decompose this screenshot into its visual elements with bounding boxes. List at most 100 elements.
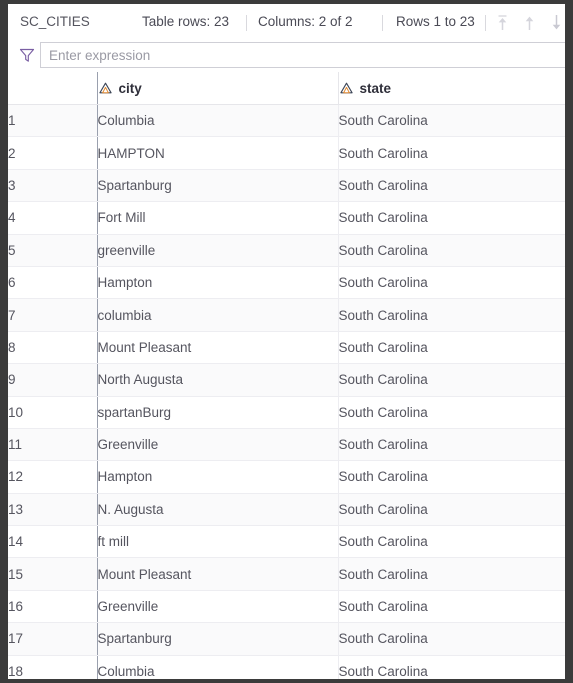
cell-city[interactable]: Spartanburg [96, 169, 338, 203]
cell-city[interactable]: Spartanburg [96, 622, 338, 656]
table-row[interactable]: 14 ft mill South Carolina [8, 525, 565, 559]
toolbar-divider [246, 15, 247, 31]
cell-state[interactable]: South Carolina [337, 298, 565, 332]
cell-state[interactable]: South Carolina [337, 557, 565, 591]
cell-state[interactable]: South Carolina [337, 104, 565, 138]
cell-city[interactable]: Fort Mill [96, 201, 338, 235]
table-name-label: SC_CITIES [20, 14, 90, 29]
row-number-cell: 17 [8, 622, 97, 656]
cell-state[interactable]: South Carolina [337, 525, 565, 559]
cell-state[interactable]: South Carolina [337, 460, 565, 494]
header-row: city state [8, 72, 565, 105]
cell-city[interactable]: columbia [96, 298, 338, 332]
cell-state[interactable]: South Carolina [337, 234, 565, 267]
table-row[interactable]: 5 greenville South Carolina [8, 234, 565, 267]
toolbar-divider [382, 15, 383, 31]
row-number-cell: 18 [8, 655, 97, 679]
row-number-cell: 1 [8, 104, 97, 138]
table-header: city state [8, 72, 565, 105]
cell-state[interactable]: South Carolina [337, 655, 565, 679]
row-number-cell: 5 [8, 234, 97, 267]
string-type-icon [339, 81, 354, 96]
filter-funnel-icon[interactable] [18, 46, 36, 64]
cell-city[interactable]: Hampton [96, 460, 338, 494]
table-row[interactable]: 1 Columbia South Carolina [8, 104, 565, 138]
table-row[interactable]: 16 Greenville South Carolina [8, 590, 565, 624]
filter-expression-input[interactable] [41, 43, 565, 67]
table-row[interactable]: 7 columbia South Carolina [8, 298, 565, 332]
row-number-cell: 10 [8, 396, 97, 429]
cell-state[interactable]: South Carolina [337, 590, 565, 624]
table-row[interactable]: 15 Mount Pleasant South Carolina [8, 557, 565, 591]
row-number-cell: 2 [8, 136, 97, 170]
row-number-header [8, 72, 97, 105]
table-toolbar: SC_CITIES Table rows: 23 Columns: 2 of 2… [8, 4, 565, 40]
cell-state[interactable]: South Carolina [337, 201, 565, 235]
cell-state[interactable]: South Carolina [337, 266, 565, 300]
row-number-cell: 11 [8, 428, 97, 462]
cell-city[interactable]: Columbia [96, 104, 338, 138]
table-row[interactable]: 10 spartanBurg South Carolina [8, 396, 565, 429]
filter-bar [8, 40, 565, 72]
table-rows-count-label: Table rows: 23 [142, 14, 230, 29]
table-row[interactable]: 11 Greenville South Carolina [8, 428, 565, 462]
data-grid: city state 1 Columbia South Carolina 2 H… [8, 72, 565, 679]
cell-state[interactable]: South Carolina [337, 396, 565, 429]
table-viewer-window: SC_CITIES Table rows: 23 Columns: 2 of 2… [0, 0, 573, 683]
cell-state[interactable]: South Carolina [337, 363, 565, 397]
cell-state[interactable]: South Carolina [337, 169, 565, 203]
table-body: 1 Columbia South Carolina 2 HAMPTON South Car… [8, 104, 565, 679]
cell-city[interactable]: HAMPTON [96, 136, 338, 170]
data-table: city state 1 Columbia South Carolina 2 H… [8, 72, 565, 679]
cell-city[interactable]: North Augusta [96, 363, 338, 397]
table-row[interactable]: 3 Spartanburg South Carolina [8, 169, 565, 203]
row-number-cell: 4 [8, 201, 97, 235]
string-type-icon [98, 81, 113, 96]
column-header-city[interactable]: city [96, 72, 338, 105]
cell-city[interactable]: N. Augusta [96, 493, 338, 527]
column-header-state[interactable]: state [337, 72, 565, 105]
cell-city[interactable]: Greenville [96, 428, 338, 462]
row-navigation-controls [496, 4, 563, 40]
row-number-cell: 6 [8, 266, 97, 300]
table-row[interactable]: 4 Fort Mill South Carolina [8, 201, 565, 235]
table-row[interactable]: 18 Columbia South Carolina [8, 655, 565, 679]
column-header-state-label: state [359, 80, 392, 96]
table-row[interactable]: 8 Mount Pleasant South Carolina [8, 331, 565, 365]
column-header-city-label: city [118, 80, 142, 96]
row-number-cell: 15 [8, 557, 97, 591]
cell-city[interactable]: Hampton [96, 266, 338, 300]
filter-expression-box[interactable] [40, 42, 565, 68]
cell-state[interactable]: South Carolina [337, 428, 565, 462]
row-number-cell: 3 [8, 169, 97, 203]
cell-state[interactable]: South Carolina [337, 331, 565, 365]
rows-range-label: Rows 1 to 23 [396, 14, 475, 29]
row-number-cell: 16 [8, 590, 97, 624]
cell-city[interactable]: spartanBurg [96, 396, 338, 429]
previous-row-icon[interactable] [523, 14, 536, 31]
table-row[interactable]: 6 Hampton South Carolina [8, 266, 565, 300]
cell-city[interactable]: greenville [96, 234, 338, 267]
cell-state[interactable]: South Carolina [337, 136, 565, 170]
row-number-cell: 12 [8, 460, 97, 494]
table-row[interactable]: 2 HAMPTON South Carolina [8, 136, 565, 170]
cell-city[interactable]: ft mill [96, 525, 338, 559]
cell-city[interactable]: Columbia [96, 655, 338, 679]
table-row[interactable]: 17 Spartanburg South Carolina [8, 622, 565, 656]
cell-city[interactable]: Greenville [96, 590, 338, 624]
row-number-cell: 14 [8, 525, 97, 559]
next-row-icon[interactable] [550, 14, 563, 31]
row-number-cell: 13 [8, 493, 97, 527]
cell-city[interactable]: Mount Pleasant [96, 331, 338, 365]
row-number-cell: 7 [8, 298, 97, 332]
table-row[interactable]: 12 Hampton South Carolina [8, 460, 565, 494]
cell-state[interactable]: South Carolina [337, 622, 565, 656]
table-viewer-panel: SC_CITIES Table rows: 23 Columns: 2 of 2… [8, 4, 565, 679]
go-to-first-row-icon[interactable] [496, 14, 509, 31]
cell-city[interactable]: Mount Pleasant [96, 557, 338, 591]
toolbar-divider [485, 15, 486, 31]
cell-state[interactable]: South Carolina [337, 493, 565, 527]
columns-count-label: Columns: 2 of 2 [258, 14, 353, 29]
table-row[interactable]: 13 N. Augusta South Carolina [8, 493, 565, 527]
table-row[interactable]: 9 North Augusta South Carolina [8, 363, 565, 397]
